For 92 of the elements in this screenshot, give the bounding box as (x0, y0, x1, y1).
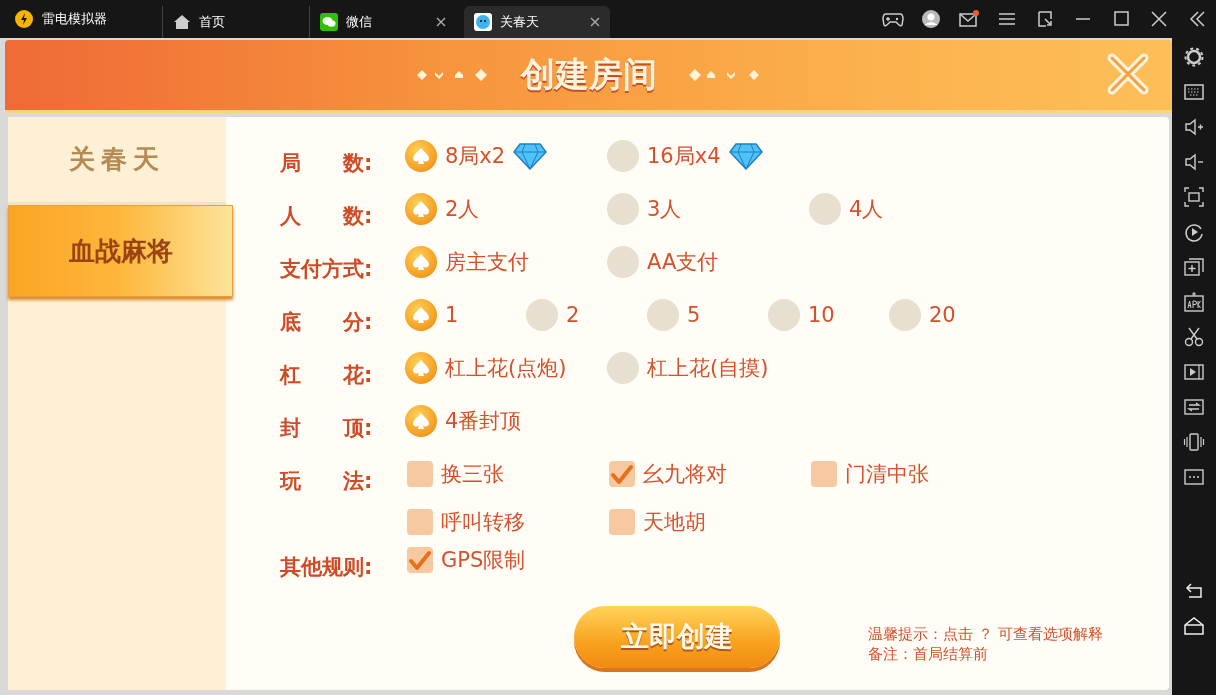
checkbox[interactable] (407, 509, 433, 535)
rule-label: 底 分: (280, 309, 374, 336)
radio-button[interactable] (405, 140, 437, 172)
radio-button[interactable] (809, 193, 841, 225)
radio-button[interactable] (647, 299, 679, 331)
radio-button[interactable] (607, 352, 639, 384)
option-label: GPS限制 (441, 547, 526, 574)
radio-button[interactable] (768, 299, 800, 331)
fullscreen-icon[interactable] (1183, 186, 1205, 208)
option-label: 3人 (647, 196, 682, 223)
keyboard-icon[interactable] (1183, 81, 1205, 103)
rule-label: 人 数: (280, 203, 374, 230)
apk-icon[interactable] (1183, 291, 1205, 313)
option-label: 20 (929, 303, 956, 327)
tab-label: 关春天 (500, 13, 540, 31)
video-icon[interactable] (1183, 361, 1205, 383)
option-label: 5 (687, 303, 701, 327)
dialog-title: 创建房间 (520, 53, 657, 96)
option-label: 门清中张 (845, 461, 929, 488)
checkbox[interactable] (609, 509, 635, 535)
spade-icon (411, 146, 431, 166)
volume-down-icon[interactable] (1183, 151, 1205, 173)
volume-up-icon[interactable] (1183, 116, 1205, 138)
rule-label: 杠 花: (280, 362, 374, 389)
scissors-icon[interactable] (1183, 326, 1205, 348)
chat-icon (320, 13, 338, 31)
spade-icon (411, 199, 431, 219)
checkbox[interactable] (407, 547, 433, 573)
checkbox[interactable] (407, 461, 433, 487)
option-label: 天地胡 (643, 509, 706, 536)
avatar-icon[interactable] (920, 9, 942, 29)
checkmark-icon (610, 463, 634, 485)
radio-button[interactable] (405, 193, 437, 225)
app-name: 雷电模拟器 (42, 10, 107, 28)
rule-label: 局 数: (280, 150, 374, 177)
browser-tab[interactable]: 关春天 (464, 6, 610, 38)
radio-button[interactable] (405, 352, 437, 384)
close-icon[interactable] (1148, 9, 1170, 29)
option-label: 1 (445, 303, 459, 327)
option-label: 2 (566, 303, 580, 327)
game-tab[interactable]: 血战麻将 (8, 205, 233, 297)
option-label: 呼叫转移 (441, 509, 525, 536)
add-window-icon[interactable] (1183, 256, 1205, 278)
radio-button[interactable] (405, 405, 437, 437)
option-label: 10 (808, 303, 835, 327)
app-icon (474, 13, 492, 31)
radio-button[interactable] (607, 246, 639, 278)
radio-button[interactable] (405, 299, 437, 331)
radio-button[interactable] (889, 299, 921, 331)
home-icon (173, 13, 191, 31)
rule-label: 其他规则: (280, 554, 374, 581)
hint-text: 备注：首局结算前 (868, 644, 989, 664)
hint-text: 温馨提示：点击 ？ 可查看选项解释 (868, 624, 1103, 644)
checkbox[interactable] (609, 461, 635, 487)
close-icon[interactable] (590, 17, 600, 27)
close-icon[interactable] (436, 17, 446, 27)
shake-icon[interactable] (1183, 431, 1205, 453)
checkmark-icon (408, 549, 432, 571)
browser-tab[interactable]: 首页 (162, 6, 309, 38)
sync-icon[interactable] (1183, 396, 1205, 418)
option-label: 2人 (445, 196, 480, 223)
option-label: 换三张 (441, 461, 504, 488)
option-label: 16局x4 (647, 143, 721, 170)
spade-icon (411, 411, 431, 431)
checkbox[interactable] (811, 461, 837, 487)
mail-icon[interactable] (958, 9, 980, 29)
settings-icon[interactable] (1183, 46, 1205, 68)
spade-icon (411, 358, 431, 378)
radio-button[interactable] (526, 299, 558, 331)
option-label: 4人 (849, 196, 884, 223)
play-rotate-icon[interactable] (1183, 221, 1205, 243)
option-label: 4番封顶 (445, 408, 522, 435)
spade-icon (411, 305, 431, 325)
option-label: 杠上花(点炮) (445, 355, 567, 382)
rule-label: 玩 法: (280, 468, 374, 495)
logo-icon (14, 9, 34, 29)
browser-tab[interactable]: 微信 (309, 6, 456, 38)
tab-label: 首页 (199, 13, 226, 31)
option-label: 幺九将对 (643, 461, 727, 488)
home-icon[interactable] (1183, 615, 1205, 637)
option-label: 杠上花(自摸) (647, 355, 769, 382)
option-label: AA支付 (647, 249, 719, 276)
option-label: 8局x2 (445, 143, 506, 170)
tab-label: 微信 (346, 13, 373, 31)
rule-label: 支付方式: (280, 256, 374, 283)
rule-label: 封 顶: (280, 415, 374, 442)
radio-button[interactable] (607, 140, 639, 172)
spade-icon (411, 252, 431, 272)
radio-button[interactable] (607, 193, 639, 225)
more-icon[interactable] (1183, 466, 1205, 488)
option-label: 房主支付 (445, 249, 529, 276)
radio-button[interactable] (405, 246, 437, 278)
